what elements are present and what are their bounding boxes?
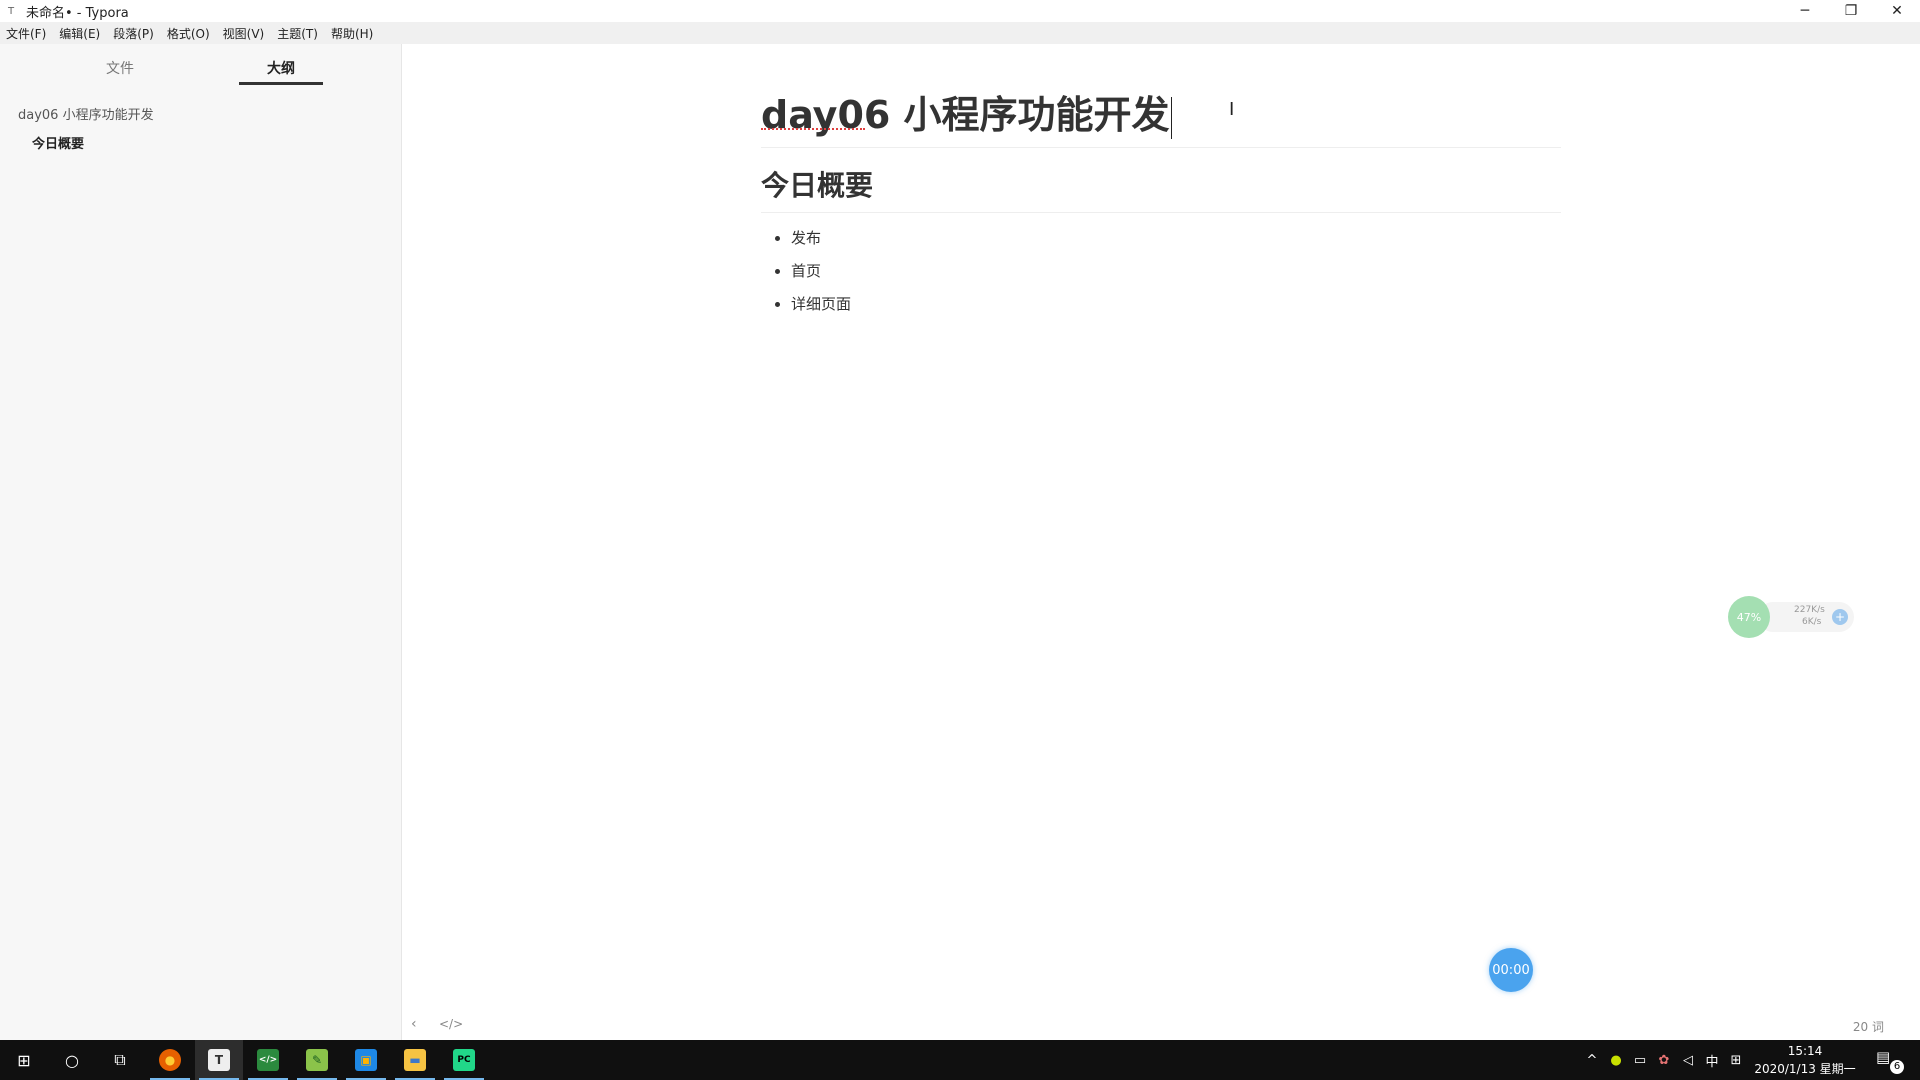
heading-1[interactable]: day06 小程序功能开发: [761, 84, 1561, 148]
menu-view[interactable]: 视图(V): [223, 25, 265, 42]
menu-file[interactable]: 文件(F): [6, 25, 46, 42]
clock-date: 2020/1/13 星期一: [1754, 1062, 1856, 1076]
outline-list: day06 小程序功能开发 今日概要: [18, 104, 154, 152]
heading-2[interactable]: 今日概要: [761, 164, 1561, 213]
sidebar: 文件 大纲 day06 小程序功能开发 今日概要: [0, 44, 402, 1040]
message-icon: ▤: [1876, 1048, 1891, 1066]
heading-1-text: day06 小程序功能开发: [761, 93, 1170, 137]
bullet-list: 发布 首页 详细页面: [761, 227, 1561, 314]
notepad-plus-icon: ✎: [306, 1049, 328, 1071]
start-button[interactable]: ⊞: [0, 1040, 48, 1080]
timer-label: 00:00: [1492, 962, 1530, 978]
active-tab-indicator: [239, 82, 323, 85]
volume-muted-icon[interactable]: ◁: [1676, 1053, 1700, 1068]
editor-area[interactable]: day06 小程序功能开发 今日概要 发布 首页 详细页面 I: [403, 44, 1920, 1040]
taskbar-app-remote[interactable]: ▣: [342, 1040, 390, 1080]
taskbar-app-firefox[interactable]: ●: [146, 1040, 194, 1080]
outline-item-h2[interactable]: 今日概要: [32, 133, 154, 152]
text-caret: [1170, 96, 1172, 139]
task-view-button[interactable]: ⧉: [96, 1040, 144, 1080]
file-explorer-icon: ▬: [404, 1049, 426, 1071]
menu-format[interactable]: 格式(O): [167, 25, 210, 42]
minimize-button[interactable]: ─: [1782, 0, 1828, 22]
network-icon[interactable]: ▭: [1628, 1053, 1652, 1068]
taskbar-clock[interactable]: 15:14 2020/1/13 星期一: [1750, 1042, 1860, 1078]
search-button[interactable]: ○: [48, 1040, 96, 1080]
taskbar-app-code-editor[interactable]: </>: [244, 1040, 292, 1080]
menu-edit[interactable]: 编辑(E): [59, 25, 100, 42]
task-view-icon: ⧉: [114, 1050, 126, 1069]
tab-files-label: 文件: [106, 61, 134, 77]
pycharm-icon: PC: [453, 1049, 475, 1071]
firefox-icon: ●: [159, 1049, 181, 1071]
list-item[interactable]: 发布: [791, 227, 1561, 248]
sidebar-tabs: 文件 大纲: [0, 44, 402, 88]
outline-item-h1[interactable]: day06 小程序功能开发: [18, 104, 154, 123]
menu-paragraph[interactable]: 段落(P): [113, 25, 154, 42]
memory-usage-circle[interactable]: 47%: [1728, 596, 1770, 638]
typora-app-icon: T: [7, 5, 15, 17]
close-button[interactable]: ✕: [1874, 0, 1920, 22]
network-monitor-widget[interactable]: 227K/s 6K/s + 47%: [1728, 596, 1854, 638]
typora-icon: T: [208, 1049, 230, 1071]
status-bar: ‹ </> 20 词: [403, 1010, 1920, 1040]
toggle-sidebar-icon[interactable]: ‹: [411, 1016, 417, 1032]
network-speed-bar: 227K/s 6K/s +: [1758, 602, 1854, 632]
list-item[interactable]: 首页: [791, 260, 1561, 281]
tab-outline[interactable]: 大纲: [239, 58, 323, 85]
document-content[interactable]: day06 小程序功能开发 今日概要 发布 首页 详细页面: [761, 84, 1561, 326]
tab-files[interactable]: 文件: [78, 58, 162, 78]
restore-button[interactable]: ❐: [1828, 0, 1874, 22]
taskbar-app-explorer[interactable]: ▬: [391, 1040, 439, 1080]
taskbar-app-pycharm[interactable]: PC: [440, 1040, 488, 1080]
remote-app-icon: ▣: [355, 1049, 377, 1071]
menu-theme[interactable]: 主题(T): [277, 25, 318, 42]
word-count[interactable]: 20 词: [1853, 1018, 1884, 1035]
tray-app-icon[interactable]: ●: [1604, 1053, 1628, 1068]
notification-count: 6: [1890, 1060, 1904, 1074]
taskbar-app-notepad[interactable]: ✎: [293, 1040, 341, 1080]
window-title: 未命名• - Typora: [26, 5, 129, 21]
menu-help[interactable]: 帮助(H): [331, 25, 373, 42]
clock-time: 15:14: [1787, 1044, 1823, 1058]
ime-indicator[interactable]: 中: [1700, 1051, 1724, 1070]
taskbar: ⊞ ○ ⧉ ● T </> ✎ ▣ ▬ PC ^ ● ▭ ✿ ◁ 中 ⊞ 15:…: [0, 1040, 1920, 1080]
memory-percent: 47%: [1736, 610, 1762, 624]
floating-timer[interactable]: 00:00: [1489, 948, 1533, 992]
tray-game-icon[interactable]: ✿: [1652, 1053, 1676, 1068]
accelerate-icon[interactable]: +: [1832, 609, 1848, 625]
code-editor-icon: </>: [257, 1049, 279, 1071]
tab-outline-label: 大纲: [267, 61, 295, 77]
cortana-search-icon: ○: [65, 1050, 79, 1070]
ibeam-cursor-icon: I: [1229, 99, 1235, 120]
menu-bar: 文件(F) 编辑(E) 段落(P) 格式(O) 视图(V) 主题(T) 帮助(H…: [0, 22, 1920, 44]
system-tray: ^ ● ▭ ✿ ◁ 中 ⊞: [1580, 1040, 1748, 1080]
spellcheck-underline: [761, 128, 865, 130]
chevron-up-icon[interactable]: ^: [1580, 1053, 1604, 1068]
source-code-mode-icon[interactable]: </>: [439, 1017, 463, 1031]
list-item[interactable]: 详细页面: [791, 293, 1561, 314]
window-controls: ─ ❐ ✕: [1782, 0, 1920, 22]
action-center-icon[interactable]: ▤ 6: [1876, 1048, 1904, 1074]
windows-start-icon: ⊞: [17, 1050, 31, 1070]
upload-speed: 227K/s: [1794, 605, 1825, 615]
input-mode-icon[interactable]: ⊞: [1724, 1053, 1748, 1068]
taskbar-app-typora[interactable]: T: [195, 1040, 243, 1080]
download-speed: 6K/s: [1802, 617, 1822, 627]
title-bar: T 未命名• - Typora ─ ❐ ✕: [0, 0, 1920, 22]
